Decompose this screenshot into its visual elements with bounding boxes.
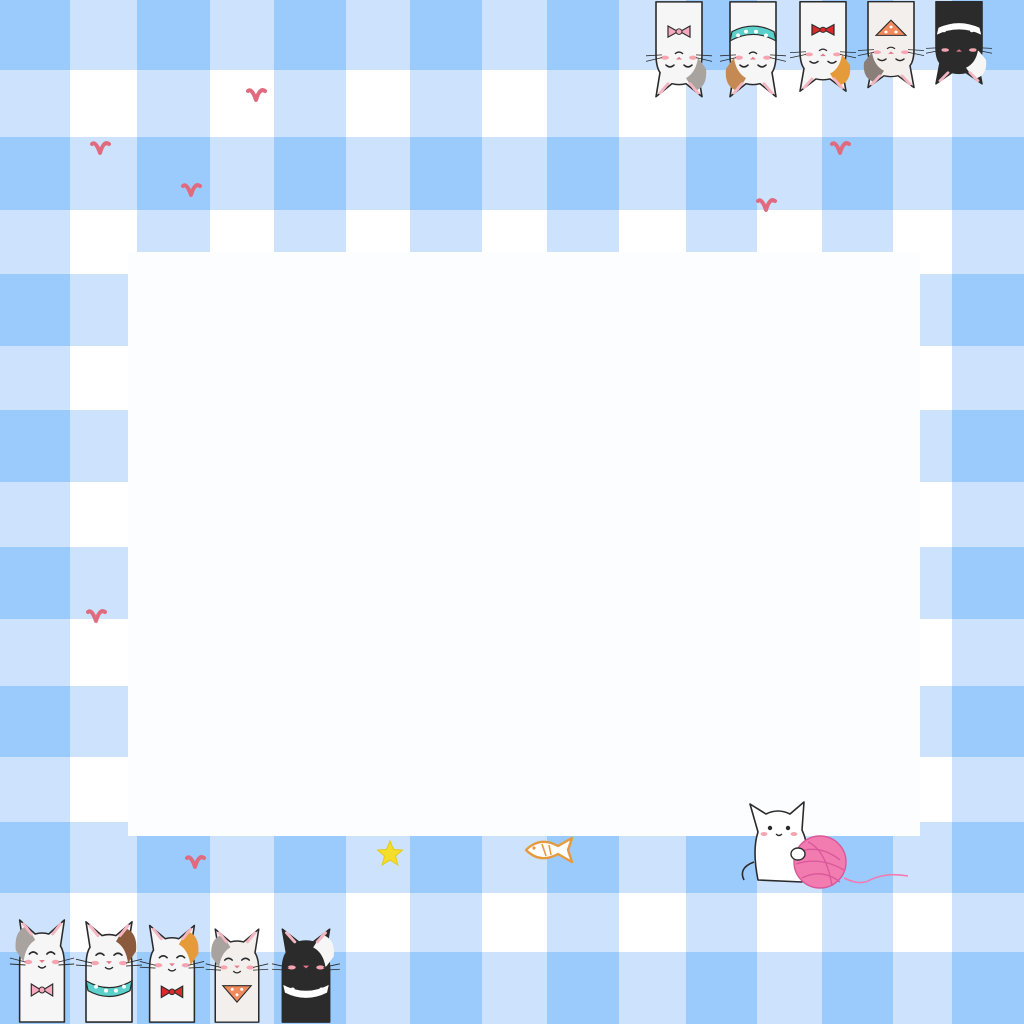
heart-icon [244,86,268,108]
top-cat-group [640,0,1010,110]
cat-icon [268,920,344,1024]
heart-icon [754,196,778,218]
star-icon [376,839,404,867]
heart-icon [179,181,203,203]
cat-icon [642,0,716,106]
cat-icon [202,920,272,1024]
cat-icon [6,910,78,1024]
cat-icon [136,916,208,1024]
blank-note-area [128,252,920,836]
cat-icon [854,0,928,96]
heart-icon [88,139,112,161]
bottom-cat-group [6,906,346,1024]
cat-icon [922,0,996,92]
heart-icon [183,853,207,875]
cat-icon [786,0,860,100]
stationery-frame [0,0,1024,1024]
heart-icon [84,607,108,629]
cat-with-yarn-icon [736,790,912,890]
heart-icon [828,139,852,161]
cat-icon [716,0,790,106]
fish-icon [522,832,578,868]
cat-icon [72,912,146,1024]
